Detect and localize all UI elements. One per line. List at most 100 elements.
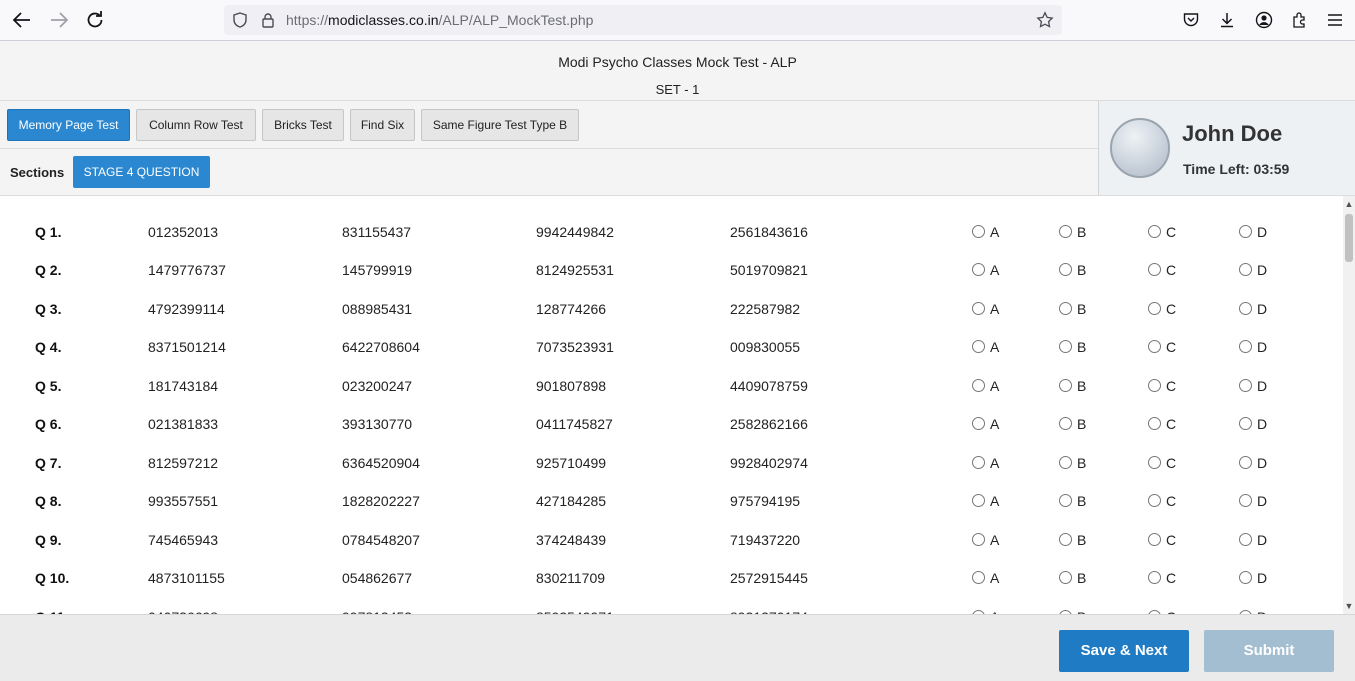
sections-label: Sections — [10, 165, 65, 180]
radio-button[interactable] — [1059, 379, 1072, 392]
radio-button[interactable] — [1239, 225, 1252, 238]
radio-button[interactable] — [1239, 263, 1252, 276]
tab-find-six[interactable]: Find Six — [350, 109, 415, 141]
option-label: C — [1166, 262, 1177, 278]
option-label: D — [1257, 378, 1268, 394]
tab-column-row-test[interactable]: Column Row Test — [136, 109, 256, 141]
option-label: B — [1077, 416, 1087, 432]
question-number-value: 831155437 — [342, 224, 412, 240]
question-number-value: 181743184 — [148, 378, 219, 394]
radio-button[interactable] — [1239, 533, 1252, 546]
radio-button[interactable] — [1148, 379, 1161, 392]
option-label: A — [990, 378, 1000, 394]
radio-button[interactable] — [1059, 533, 1072, 546]
radio-button[interactable] — [1059, 263, 1072, 276]
option-label: D — [1257, 493, 1268, 509]
question-number-value: 393130770 — [342, 416, 413, 432]
radio-button[interactable] — [972, 456, 985, 469]
radio-button[interactable] — [1148, 225, 1161, 238]
question-row: Q 6. 021381833 393130770 0411745827 25828621… — [0, 405, 1343, 443]
pocket-icon[interactable] — [1182, 11, 1200, 29]
question-number-value: 2572915445 — [730, 570, 808, 586]
reload-icon[interactable] — [83, 8, 107, 32]
url-bar[interactable]: https://modiclasses.co.in/ALP/ALP_MockTe… — [224, 5, 1062, 35]
scroll-down-arrow-icon[interactable]: ▼ — [1343, 600, 1355, 612]
radio-button[interactable] — [1239, 379, 1252, 392]
scroll-thumb[interactable] — [1345, 214, 1353, 262]
question-label: Q 7. — [35, 455, 62, 471]
question-label: Q 3. — [35, 301, 62, 317]
time-left: Time Left: 03:59 — [1183, 161, 1290, 177]
radio-button[interactable] — [1239, 494, 1252, 507]
radio-button[interactable] — [1239, 302, 1252, 315]
question-number-value: 8124925531 — [536, 262, 614, 278]
account-icon[interactable] — [1255, 11, 1273, 29]
question-number-value: 6422708604 — [342, 339, 420, 355]
radio-button[interactable] — [1059, 340, 1072, 353]
radio-button[interactable] — [1148, 571, 1161, 584]
lock-icon[interactable] — [259, 11, 277, 29]
question-number-value: 009830055 — [730, 339, 801, 355]
radio-button[interactable] — [1148, 417, 1161, 430]
extensions-icon[interactable] — [1291, 11, 1309, 29]
star-icon[interactable] — [1036, 11, 1054, 29]
save-next-button[interactable]: Save & Next — [1059, 630, 1189, 672]
radio-button[interactable] — [972, 533, 985, 546]
option-label: D — [1257, 339, 1268, 355]
question-number-value: 993557551 — [148, 493, 219, 509]
tab-memory-page-test[interactable]: Memory Page Test — [7, 109, 130, 141]
option-label: C — [1166, 416, 1177, 432]
question-number-value: 1828202227 — [342, 493, 420, 509]
radio-button[interactable] — [1059, 225, 1072, 238]
radio-button[interactable] — [1239, 417, 1252, 430]
radio-button[interactable] — [972, 417, 985, 430]
question-label: Q 1. — [35, 224, 62, 240]
menu-icon[interactable] — [1326, 11, 1344, 29]
back-arrow-icon[interactable] — [10, 8, 34, 32]
submit-button[interactable]: Submit — [1204, 630, 1334, 672]
radio-button[interactable] — [972, 379, 985, 392]
question-number-value: 2561843616 — [730, 224, 808, 240]
url-text[interactable]: https://modiclasses.co.in/ALP/ALP_MockTe… — [286, 12, 593, 28]
option-label: D — [1257, 532, 1268, 548]
option-label: B — [1077, 455, 1087, 471]
radio-button[interactable] — [972, 571, 985, 584]
radio-button[interactable] — [1059, 417, 1072, 430]
radio-button[interactable] — [1148, 456, 1161, 469]
tab-bricks-test[interactable]: Bricks Test — [262, 109, 344, 141]
footer: Save & Next Submit — [0, 614, 1355, 681]
test-tabs-panel: Memory Page Test Column Row Test Bricks … — [0, 101, 1098, 196]
question-row: Q 4. 8371501214 6422708604 7073523931 009830… — [0, 328, 1343, 366]
radio-button[interactable] — [1059, 302, 1072, 315]
radio-button[interactable] — [1059, 571, 1072, 584]
option-label: C — [1166, 339, 1177, 355]
radio-button[interactable] — [972, 225, 985, 238]
radio-button[interactable] — [1239, 340, 1252, 353]
radio-button[interactable] — [1239, 571, 1252, 584]
radio-button[interactable] — [1059, 456, 1072, 469]
question-number-value: 6364520904 — [342, 455, 420, 471]
radio-button[interactable] — [1148, 494, 1161, 507]
scrollbar[interactable]: ▲ ▼ — [1343, 196, 1355, 614]
download-icon[interactable] — [1218, 11, 1236, 29]
radio-button[interactable] — [1148, 533, 1161, 546]
radio-button[interactable] — [1148, 263, 1161, 276]
radio-button[interactable] — [972, 340, 985, 353]
radio-button[interactable] — [972, 263, 985, 276]
radio-button[interactable] — [972, 494, 985, 507]
question-label: Q 2. — [35, 262, 62, 278]
tab-same-figure-test-type-b[interactable]: Same Figure Test Type B — [421, 109, 579, 141]
question-number-value: 901807898 — [536, 378, 607, 394]
question-row: Q 5. 181743184 023200247 901807898 440907875… — [0, 367, 1343, 405]
shield-icon[interactable] — [231, 11, 249, 29]
section-stage-4-button[interactable]: STAGE 4 QUESTION — [73, 156, 210, 188]
radio-button[interactable] — [1148, 340, 1161, 353]
radio-button[interactable] — [1148, 302, 1161, 315]
forward-arrow-icon[interactable] — [47, 8, 71, 32]
radio-button[interactable] — [1239, 456, 1252, 469]
question-number-value: 4873101155 — [148, 570, 225, 586]
radio-button[interactable] — [972, 302, 985, 315]
scroll-up-arrow-icon[interactable]: ▲ — [1343, 198, 1355, 210]
radio-button[interactable] — [1059, 494, 1072, 507]
option-label: D — [1257, 262, 1268, 278]
